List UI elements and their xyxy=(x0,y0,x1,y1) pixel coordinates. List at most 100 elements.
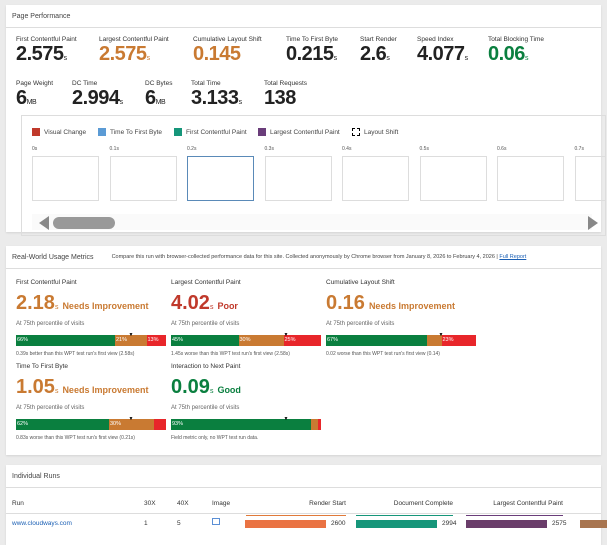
filmstrip-scrollbar[interactable] xyxy=(32,214,598,230)
distribution-segment: 45% xyxy=(171,335,239,346)
p75-marker-icon: ▼ xyxy=(128,416,134,422)
legend-label: Time To First Byte xyxy=(110,128,163,136)
filmstrip-frame[interactable] xyxy=(497,156,564,201)
p75-marker-icon: ▼ xyxy=(283,416,289,422)
filmstrip-frame[interactable] xyxy=(574,156,605,201)
distribution-segment: 66% xyxy=(16,335,115,346)
cwv-note: 0.83s worse than this WPT test run's fir… xyxy=(16,435,135,441)
metric-value: 6MB xyxy=(16,87,37,109)
cwv-rating: Needs Improvement xyxy=(368,301,455,311)
frame-time-label: 0.5s xyxy=(419,146,429,152)
distribution-bar: 66% 21% 13% ▼ xyxy=(16,332,166,346)
metric: Start Render 2.6s xyxy=(360,36,397,70)
metric-value: 6MB xyxy=(145,87,166,109)
scroll-left-icon[interactable] xyxy=(39,216,49,230)
cwv-title: Largest Contentful Paint xyxy=(171,279,241,286)
metric-value: 2.575s xyxy=(99,43,150,65)
metric: Time To First Byte 0.215s xyxy=(286,36,338,70)
real-world-metrics-card: Real-World Usage Metrics Compare this run… xyxy=(6,246,601,455)
col-40x: 40X xyxy=(177,500,189,507)
individual-runs-card: Individual Runs Run 30X 40X Image Render… xyxy=(6,465,607,545)
cwv-title: Time To First Byte xyxy=(16,363,69,370)
cwv-note: 0.39s better than this WPT test run's fi… xyxy=(16,351,135,357)
metric: First Contentful Paint 2.575s xyxy=(16,36,77,70)
cwv-value: 2.18s Needs Improvement xyxy=(16,292,149,314)
filmstrip-frame[interactable] xyxy=(342,156,409,201)
metric-value: 3.133s xyxy=(191,87,242,109)
filmstrip-frame[interactable] xyxy=(109,156,177,201)
legend-label: First Contentful Paint xyxy=(186,128,247,136)
metric-label: DC Time xyxy=(72,80,98,87)
col-image: Image xyxy=(212,500,231,507)
lcp-bar xyxy=(466,520,547,528)
cwv-note: 1.45s worse than this WPT test run's fir… xyxy=(171,351,290,357)
filmstrip-frame[interactable] xyxy=(419,156,487,201)
legend-swatch xyxy=(98,128,106,136)
legend-label: Layout Shift xyxy=(364,128,399,136)
frame-time-label: 0s xyxy=(32,146,38,152)
legend-swatch xyxy=(352,128,360,136)
distribution-segment: 62% xyxy=(16,419,109,430)
col-30x: 30X xyxy=(144,500,156,507)
cwv-note: 0.02 worse than this WPT test run's firs… xyxy=(326,351,440,357)
page-performance-card: Page Performance First Contentful Paint 2… xyxy=(6,5,606,236)
distribution-bar: 67% 23% ▼ xyxy=(326,332,476,346)
col-run: Run xyxy=(12,500,24,507)
metric: DC Bytes 6MB xyxy=(145,80,172,114)
filmstrip-frame[interactable] xyxy=(264,156,332,201)
cwv-value: 4.02s Poor xyxy=(171,292,238,314)
cwv-rating: Needs Improvement xyxy=(62,301,149,311)
render-start-bar xyxy=(245,520,326,528)
metric-label: Total Time xyxy=(191,80,221,87)
filmstrip-frame[interactable] xyxy=(187,156,254,201)
frame-time-label: 0.6s xyxy=(497,146,507,152)
cwv-metric: Time To First Byte 1.05s Needs Improvemen… xyxy=(16,363,166,441)
metric-label: Cumulative Layout Shift xyxy=(193,36,262,43)
legend-label: Visual Change xyxy=(44,128,87,136)
cwv-title: Cumulative Layout Shift xyxy=(326,279,395,286)
section-title: Real-World Usage Metrics xyxy=(12,254,94,261)
scroll-right-icon[interactable] xyxy=(588,216,598,230)
cwv-percentile: At 75th percentile of visits xyxy=(16,321,85,327)
metric: Speed Index 4.077s xyxy=(417,36,468,70)
p75-marker-icon: ▼ xyxy=(128,332,134,338)
cwv-title: First Contentful Paint xyxy=(16,279,77,286)
cwv-rating: Needs Improvement xyxy=(62,385,149,395)
cwv-rating: Poor xyxy=(217,301,238,311)
run-30x: 1 xyxy=(144,520,148,527)
metric: Total Blocking Time 0.06s xyxy=(488,36,544,70)
metric-value: 0.06s xyxy=(488,43,528,65)
render-start-value: 2600 xyxy=(331,520,346,527)
run-link[interactable]: www.cloudways.com xyxy=(12,520,72,527)
cwv-percentile: At 75th percentile of visits xyxy=(326,321,395,327)
p75-marker-icon: ▼ xyxy=(283,332,289,338)
cwv-metric: Largest Contentful Paint 4.02s Poor At 75… xyxy=(171,279,321,357)
image-icon[interactable] xyxy=(212,518,220,525)
legend-swatch xyxy=(258,128,266,136)
metric: Total Requests 138 xyxy=(264,80,307,114)
filmstrip: Visual Change Time To First Byte First Con… xyxy=(21,115,606,236)
legend-item: First Contentful Paint xyxy=(174,128,247,136)
p75-marker-icon: ▼ xyxy=(438,332,444,338)
metric-label: First Contentful Paint xyxy=(16,36,77,43)
cwv-metric: First Contentful Paint 2.18s Needs Improv… xyxy=(16,279,166,357)
metric: Cumulative Layout Shift 0.145 xyxy=(193,36,262,70)
filmstrip-frame[interactable] xyxy=(32,156,99,201)
lcp-value: 2575 xyxy=(552,520,567,527)
distribution-bar: 93% ▼ xyxy=(171,416,321,430)
distribution-bar: 62% 30% ▼ xyxy=(16,416,166,430)
cwv-value: 1.05s Needs Improvement xyxy=(16,376,149,398)
legend-item: Largest Contentful Paint xyxy=(258,128,340,136)
full-report-link[interactable]: Full Report xyxy=(499,254,526,260)
frame-time-label: 0.2s xyxy=(187,146,197,152)
cwv-rating: Good xyxy=(217,385,241,395)
metric-label: Largest Contentful Paint xyxy=(99,36,169,43)
distribution-bar: 45% 30% 25% ▼ xyxy=(171,332,321,346)
metric-label: Time To First Byte xyxy=(286,36,339,43)
document-complete-value: 2994 xyxy=(442,520,457,527)
cwv-title: Interaction to Next Paint xyxy=(171,363,241,370)
metric-value: 0.215s xyxy=(286,43,337,65)
metric: DC Time 2.994s xyxy=(72,80,123,114)
scroll-thumb[interactable] xyxy=(53,217,115,229)
metric-value: 4.077s xyxy=(417,43,468,65)
